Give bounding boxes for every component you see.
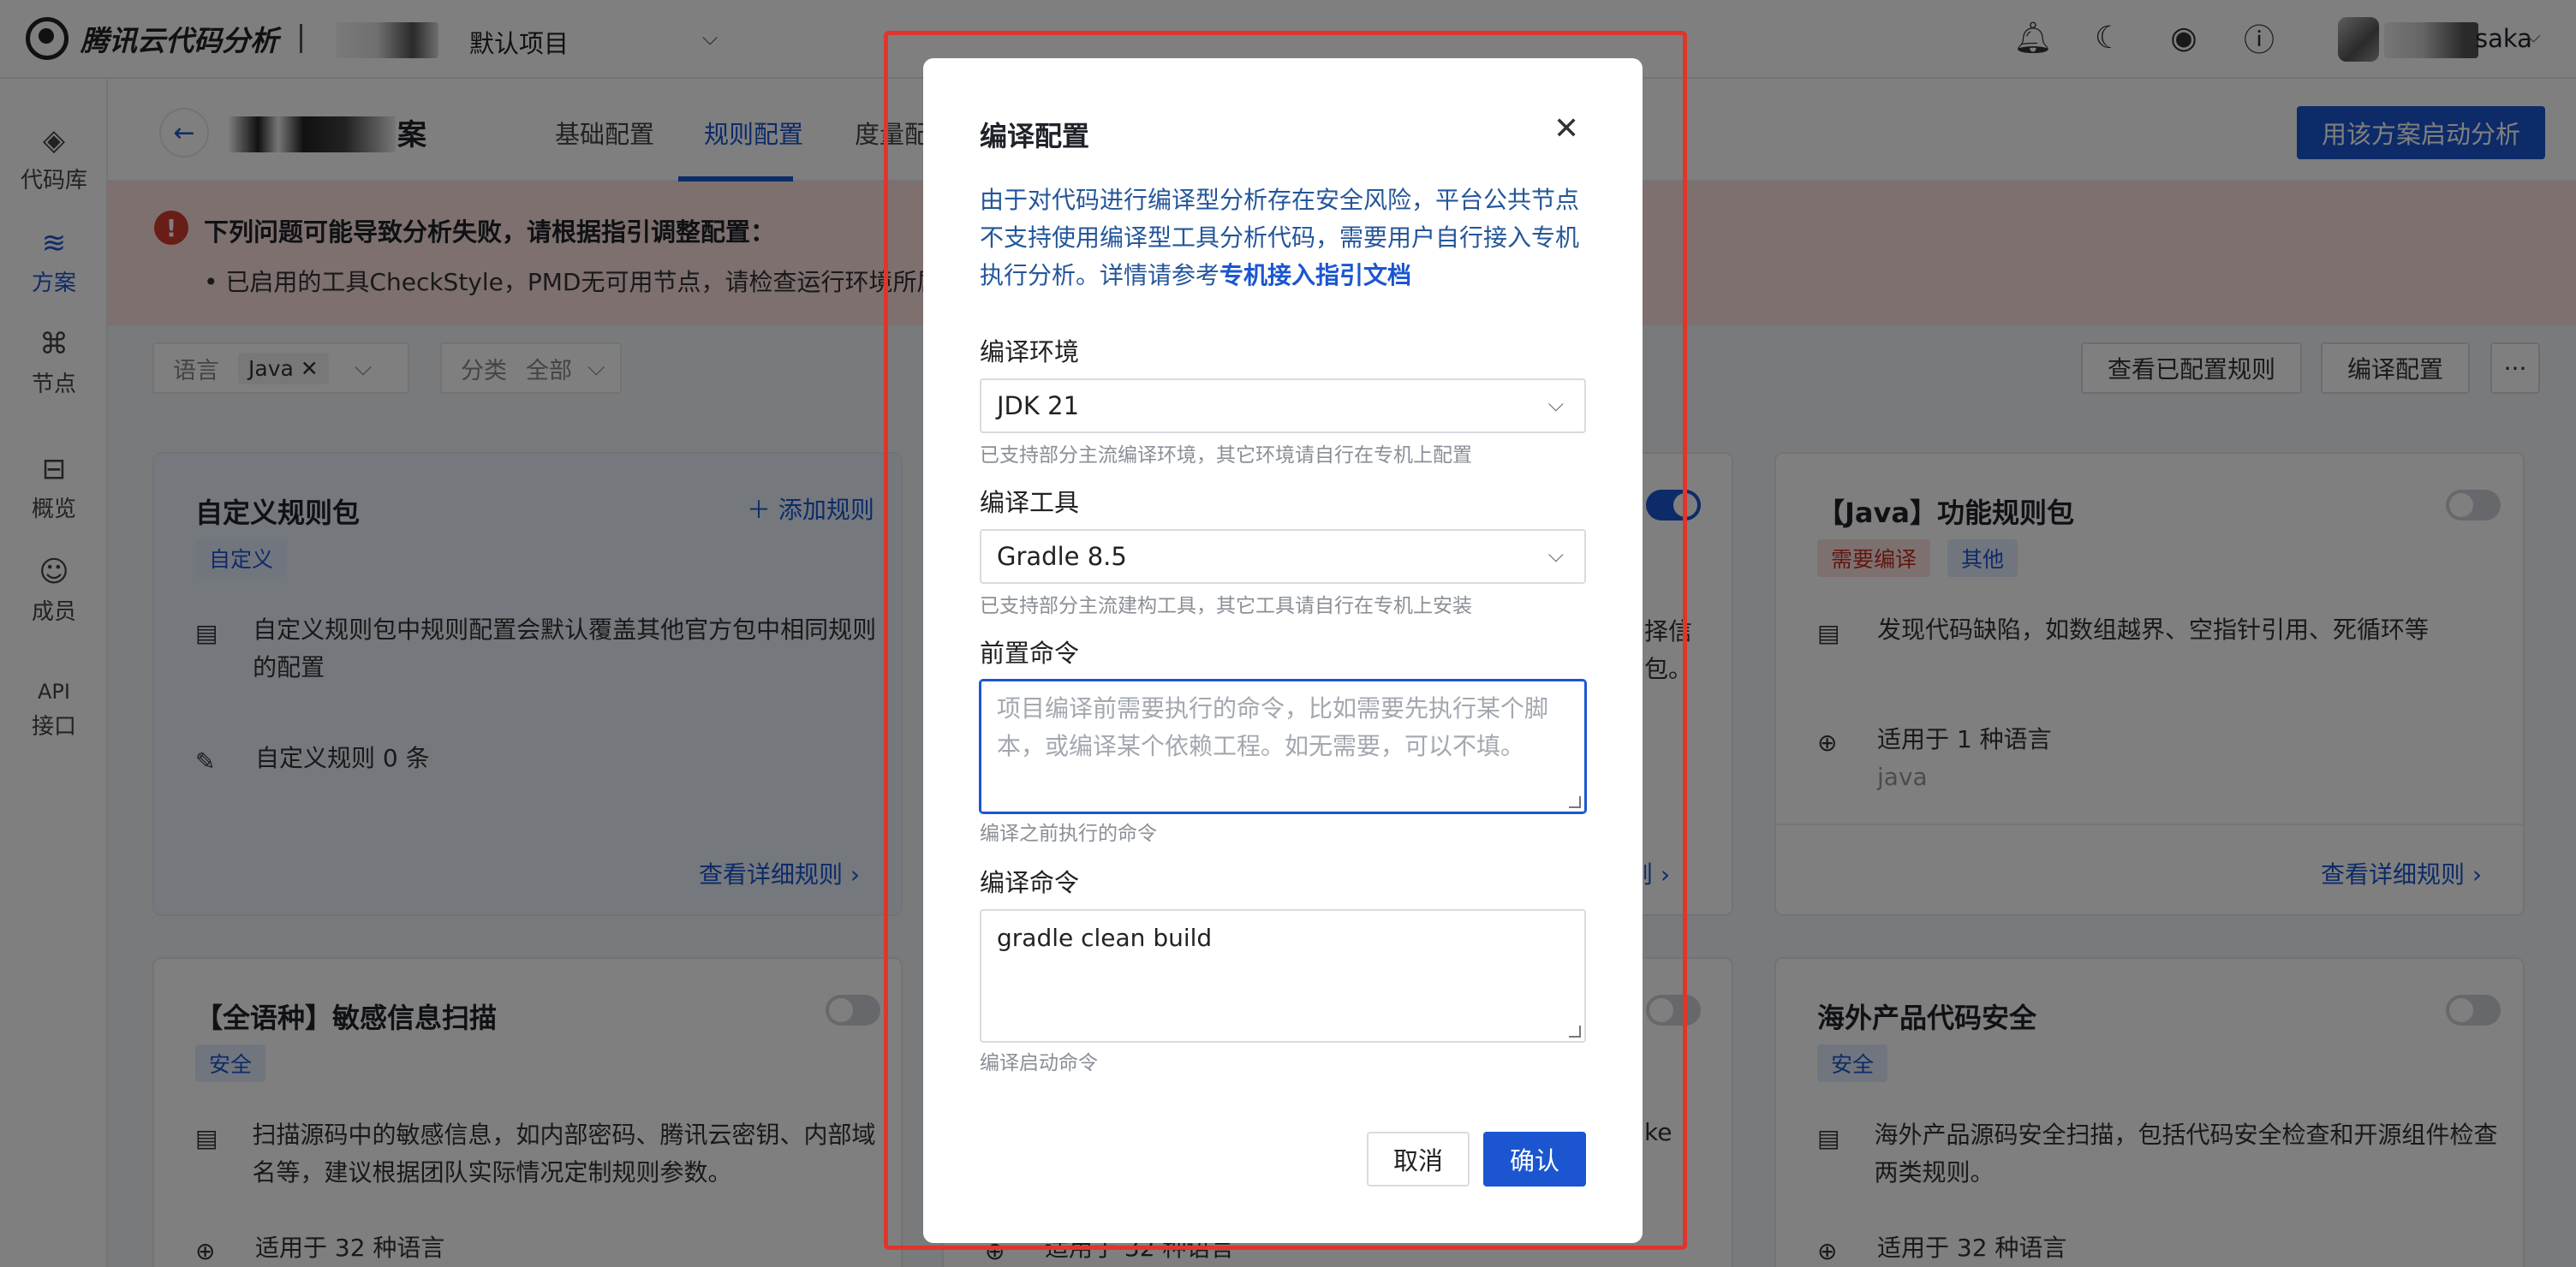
compile-env-select[interactable]: JDK 21 ⌵ [980, 378, 1586, 433]
compile-command-label: 编译命令 [980, 868, 1080, 897]
compile-command-textarea[interactable]: gradle clean build [980, 909, 1586, 1043]
resize-handle-icon[interactable] [1569, 796, 1581, 808]
guide-doc-link[interactable]: 专机接入指引文档 [1219, 261, 1411, 289]
compile-config-modal: 编译配置 ✕ 由于对代码进行编译型分析存在安全风险，平台公共节点不支持使用编译型… [923, 58, 1643, 1243]
chevron-down-icon: ⌵ [1547, 392, 1564, 416]
modal-description: 由于对代码进行编译型分析存在安全风险，平台公共节点不支持使用编译型工具分析代码，… [980, 186, 1580, 289]
build-tool-select[interactable]: Gradle 8.5 ⌵ [980, 529, 1586, 584]
pre-command-textarea[interactable]: 项目编译前需要执行的命令，比如需要先执行某个脚本，或编译某个依赖工程。如无需要，… [980, 680, 1586, 813]
compile-command-hint: 编译启动命令 [980, 1052, 1098, 1074]
confirm-button[interactable]: 确认 [1483, 1132, 1586, 1187]
cancel-button[interactable]: 取消 [1367, 1132, 1470, 1187]
tool-hint: 已支持部分主流建构工具，其它工具请自行在专机上安装 [980, 595, 1472, 617]
pre-command-hint: 编译之前执行的命令 [980, 823, 1157, 845]
tool-label: 编译工具 [980, 488, 1080, 517]
pre-command-label: 前置命令 [980, 639, 1080, 668]
resize-handle-icon[interactable] [1569, 1026, 1581, 1038]
env-label: 编译环境 [980, 337, 1080, 366]
env-hint: 已支持部分主流编译环境，其它环境请自行在专机上配置 [980, 444, 1472, 467]
close-icon[interactable]: ✕ [1553, 111, 1579, 146]
chevron-down-icon: ⌵ [1547, 543, 1564, 567]
modal-title: 编译配置 [980, 120, 1090, 152]
